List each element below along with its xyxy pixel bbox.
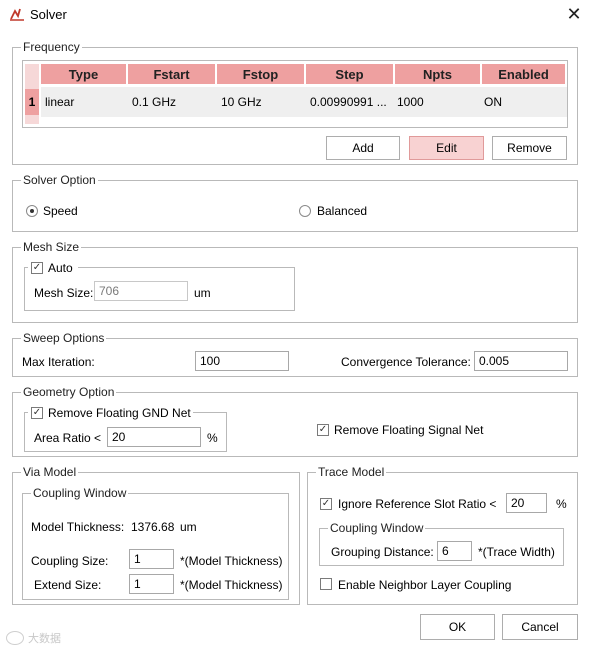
solver-option-title: Solver Option bbox=[21, 173, 98, 187]
auto-label[interactable]: Auto bbox=[48, 261, 73, 275]
cell-type[interactable]: linear bbox=[45, 89, 74, 115]
geometry-option-title: Geometry Option bbox=[21, 385, 117, 399]
coupling-size-label: Coupling Size: bbox=[31, 554, 109, 568]
solver-icon bbox=[10, 8, 24, 21]
model-thickness-label: Model Thickness: bbox=[31, 520, 125, 534]
convergence-tolerance-label: Convergence Tolerance: bbox=[341, 355, 471, 369]
title-bar: Solver ✕ bbox=[0, 0, 590, 30]
watermark-logo-icon bbox=[6, 631, 24, 645]
remove-gnd-checkbox[interactable]: ✓ bbox=[31, 407, 43, 419]
cell-npts[interactable]: 1000 bbox=[397, 89, 424, 115]
frequency-group-title: Frequency bbox=[21, 40, 82, 54]
balanced-label[interactable]: Balanced bbox=[317, 204, 367, 218]
extend-size-input[interactable]: 1 bbox=[129, 574, 174, 594]
solver-option-group: Solver Option bbox=[12, 173, 578, 232]
extend-size-unit: *(Model Thickness) bbox=[180, 578, 283, 592]
ok-button[interactable]: OK bbox=[420, 614, 495, 640]
ignore-ref-unit: % bbox=[556, 497, 567, 511]
sweep-options-title: Sweep Options bbox=[21, 331, 107, 345]
ignore-ref-checkbox[interactable]: ✓ bbox=[320, 498, 332, 510]
mesh-size-label: Mesh Size: bbox=[34, 286, 94, 300]
cell-step[interactable]: 0.00990991 ... bbox=[310, 89, 387, 115]
window-title: Solver bbox=[30, 7, 67, 22]
trace-model-title: Trace Model bbox=[316, 465, 387, 479]
trace-coupling-window-title: Coupling Window bbox=[328, 521, 426, 535]
grouping-distance-unit: *(Trace Width) bbox=[478, 545, 555, 559]
ignore-ref-input[interactable]: 20 bbox=[506, 493, 547, 513]
via-coupling-window-title: Coupling Window bbox=[31, 486, 129, 500]
watermark-text: 大数据 bbox=[28, 633, 61, 645]
coupling-size-input[interactable]: 1 bbox=[129, 549, 174, 569]
add-button[interactable]: Add bbox=[326, 136, 400, 160]
cell-fstop[interactable]: 10 GHz bbox=[221, 89, 262, 115]
area-ratio-input[interactable]: 20 bbox=[107, 427, 201, 447]
via-model-title: Via Model bbox=[21, 465, 79, 479]
mesh-size-input[interactable]: 706 bbox=[94, 281, 188, 301]
grouping-distance-label: Grouping Distance: bbox=[331, 545, 434, 559]
frequency-table[interactable]: 1 Type Fstart Fstop Step Npts Enabled li… bbox=[22, 60, 568, 128]
mesh-size-unit: um bbox=[194, 286, 211, 300]
speed-label[interactable]: Speed bbox=[43, 204, 78, 218]
coupling-size-unit: *(Model Thickness) bbox=[180, 554, 283, 568]
auto-checkbox[interactable]: ✓ bbox=[31, 262, 43, 274]
cell-enabled[interactable]: ON bbox=[484, 89, 502, 115]
watermark: 大数据 bbox=[6, 628, 96, 648]
max-iteration-input[interactable]: 100 bbox=[195, 351, 289, 371]
convergence-tolerance-input[interactable]: 0.005 bbox=[474, 351, 568, 371]
neighbor-coupling-label[interactable]: Enable Neighbor Layer Coupling bbox=[338, 578, 511, 592]
speed-radio[interactable] bbox=[26, 205, 38, 217]
cell-fstart[interactable]: 0.1 GHz bbox=[132, 89, 176, 115]
area-ratio-unit: % bbox=[207, 431, 218, 445]
column-header-fstop[interactable]: Fstop bbox=[217, 64, 305, 84]
balanced-radio[interactable] bbox=[299, 205, 311, 217]
column-header-enabled[interactable]: Enabled bbox=[482, 64, 566, 84]
remove-signal-checkbox[interactable]: ✓ bbox=[317, 424, 329, 436]
row-index[interactable]: 1 bbox=[25, 89, 39, 115]
max-iteration-label: Max Iteration: bbox=[22, 355, 95, 369]
remove-button[interactable]: Remove bbox=[492, 136, 567, 160]
model-thickness-value: 1376.68 bbox=[131, 520, 175, 534]
neighbor-coupling-checkbox[interactable] bbox=[320, 578, 332, 590]
close-icon[interactable]: ✕ bbox=[560, 2, 588, 26]
grouping-distance-input[interactable]: 6 bbox=[437, 541, 472, 561]
column-header-step[interactable]: Step bbox=[306, 64, 394, 84]
remove-gnd-label[interactable]: Remove Floating GND Net bbox=[48, 406, 191, 420]
column-header-type[interactable]: Type bbox=[41, 64, 127, 84]
remove-signal-label[interactable]: Remove Floating Signal Net bbox=[334, 423, 483, 437]
extend-size-label: Extend Size: bbox=[34, 578, 102, 592]
edit-button[interactable]: Edit bbox=[409, 136, 484, 160]
ignore-ref-label[interactable]: Ignore Reference Slot Ratio < bbox=[338, 497, 496, 511]
cancel-button[interactable]: Cancel bbox=[502, 614, 578, 640]
column-header-npts[interactable]: Npts bbox=[395, 64, 481, 84]
mesh-size-title: Mesh Size bbox=[21, 240, 82, 254]
column-header-fstart[interactable]: Fstart bbox=[128, 64, 216, 84]
area-ratio-label: Area Ratio < bbox=[34, 431, 102, 445]
model-thickness-unit: um bbox=[180, 520, 197, 534]
